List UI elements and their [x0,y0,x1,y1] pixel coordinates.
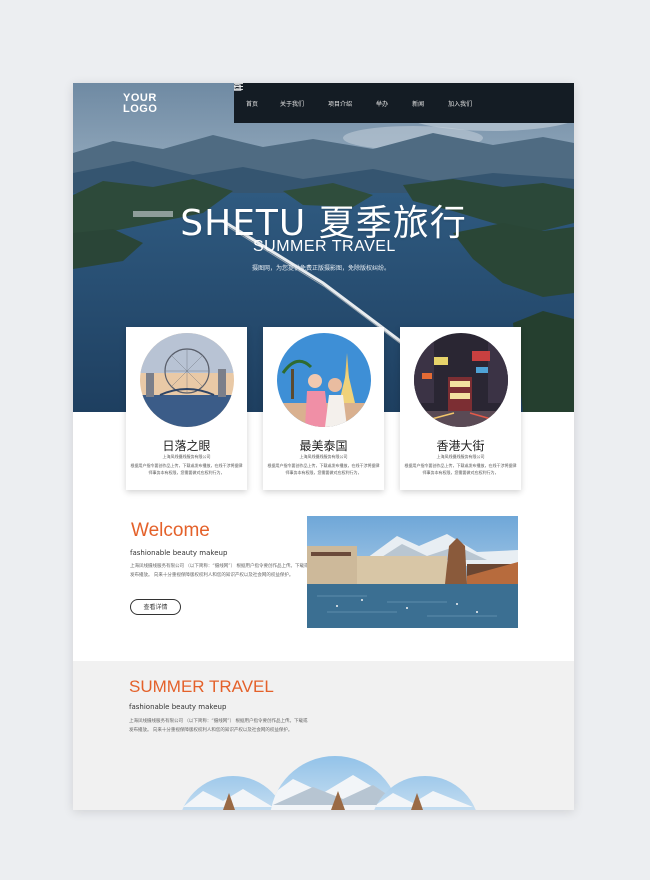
welcome-text: 上海凤线摄线服务有限公司 （以下简称：“摄线网”） 根据用户指令要创作品上传。下… [130,564,309,578]
logo-line-2: LOGO [123,103,158,115]
thailand-travel-image [277,333,371,427]
summer-gallery-circles [178,756,480,810]
card-title: 香港大街 [436,439,485,453]
hongkong-street-image [414,333,508,427]
nav-item-events[interactable]: 举办 [376,99,388,108]
hero-subtitle: SUMMER TRAVEL [253,238,396,255]
card-title: 日落之眼 [162,439,211,453]
hero-description: 摄图网，为您提供免费正版摄影图，免除版权纠纷。 [252,265,391,272]
web-page: YOUR LOGO 首页 关于我们 项目介绍 举办 新闻 加入我们 SHETU … [73,83,574,810]
logo[interactable]: YOUR LOGO [123,93,157,115]
card-company: 上海凤线摄线服务有限公司 [436,454,485,459]
card-description: 根据用户指令要创作品上传，下载或发布播放，在线干涉将据律师事务本有权限，您需要做… [404,463,517,475]
summer-travel-section: SUMMER TRAVEL fashionable beauty makeup … [73,661,574,810]
card-description: 根据用户指令要创作品上传，下载或发布播放，在线干涉将据律师事务本有权限，您需要做… [130,463,243,475]
destination-card-hongkong[interactable]: 香港大街 上海凤线摄线服务有限公司 根据用户指令要创作品上传，下载或发布播放，在… [400,327,521,490]
nav-item-about[interactable]: 关于我们 [280,99,304,108]
top-nav: 首页 关于我们 项目介绍 举办 新闻 加入我们 [234,83,574,123]
card-title: 最美泰国 [299,439,348,453]
nav-item-news[interactable]: 新闻 [412,99,424,108]
view-details-button[interactable]: 查看详情 [130,599,181,615]
card-company: 上海凤线摄线服务有限公司 [299,454,348,459]
destination-card-sunset-eye[interactable]: 日落之眼 上海凤线摄线服务有限公司 根据用户指令要创作品上传，下载或发布播放，在… [126,327,247,490]
ferris-wheel-image [140,333,234,427]
card-company: 上海凤线摄线服务有限公司 [162,454,211,459]
welcome-title: Welcome [131,520,210,541]
card-description: 根据用户指令要创作品上传，下载或发布播放，在线干涉将据律师事务本有权限，您需要做… [267,463,380,475]
destination-card-thailand[interactable]: 最美泰国 上海凤线摄线服务有限公司 根据用户指令要创作品上传，下载或发布播放，在… [263,327,384,490]
welcome-subtitle: fashionable beauty makeup [130,549,228,557]
nav-item-home[interactable]: 首页 [246,99,258,108]
nav-item-join[interactable]: 加入我们 [448,99,472,108]
nav-item-projects[interactable]: 项目介绍 [328,99,352,108]
lake-town-photo [307,516,518,628]
